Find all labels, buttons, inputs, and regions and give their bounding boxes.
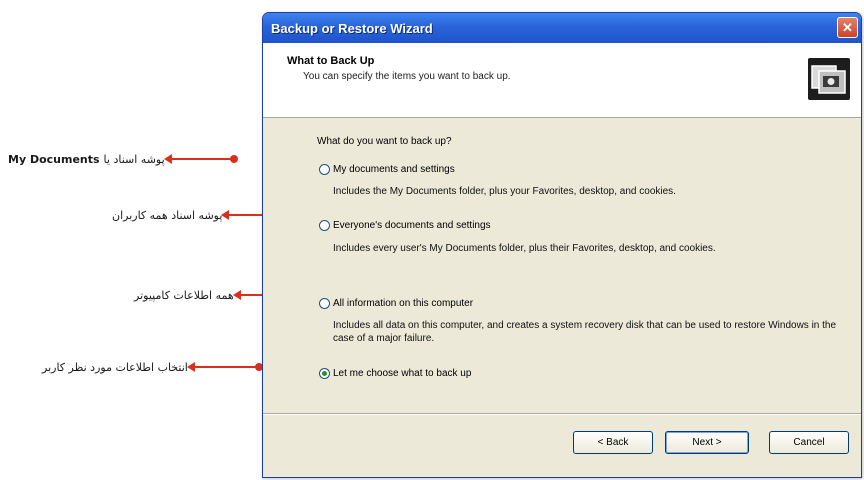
option-label: Let me choose what to back up: [333, 368, 472, 379]
question-label: What do you want to back up?: [317, 136, 452, 147]
annotation-arrow: [186, 362, 263, 372]
annotation-label-en: My Documents: [8, 152, 100, 166]
radio-button[interactable]: [319, 164, 330, 175]
wizard-content: What do you want to back up? My document…: [263, 118, 861, 418]
page-title: What to Back Up: [287, 55, 375, 67]
backup-wizard-window: Backup or Restore Wizard ✕ What to Back …: [262, 12, 862, 478]
annotation-my-documents: My Documents پوشه اسناد یا: [8, 149, 238, 169]
option-description: Includes the My Documents folder, plus y…: [333, 186, 676, 197]
next-button[interactable]: Next >: [665, 431, 749, 454]
close-button[interactable]: ✕: [837, 17, 858, 38]
annotation-label: همه اطلاعات کامپیوتر: [134, 288, 234, 302]
radio-button-selected[interactable]: [319, 368, 330, 379]
window-title: Backup or Restore Wizard: [271, 20, 433, 36]
radio-button[interactable]: [319, 220, 330, 231]
option-description: Includes every user's My Documents folde…: [333, 243, 716, 254]
radio-all-information[interactable]: All information on this computer: [319, 298, 473, 309]
option-label: Everyone's documents and settings: [333, 220, 491, 231]
annotation-label: پوشه اسناد یا: [103, 152, 165, 166]
radio-everyone-documents[interactable]: Everyone's documents and settings: [319, 220, 491, 231]
option-label: My documents and settings: [333, 164, 455, 175]
annotation-label: انتخاب اطلاعات مورد نظر کاربر: [42, 360, 188, 374]
back-button[interactable]: < Back: [573, 431, 653, 454]
page-subtitle: You can specify the items you want to ba…: [303, 71, 511, 82]
radio-button[interactable]: [319, 298, 330, 309]
footer-divider: [263, 413, 861, 415]
close-icon: ✕: [842, 19, 853, 35]
backup-wizard-icon: [808, 58, 850, 100]
option-description: Includes all data on this computer, and …: [333, 320, 837, 344]
annotation-let-me-choose: انتخاب اطلاعات مورد نظر کاربر: [42, 357, 263, 377]
radio-my-documents[interactable]: My documents and settings: [319, 164, 455, 175]
annotation-arrow: [163, 154, 238, 164]
title-bar[interactable]: Backup or Restore Wizard ✕: [263, 13, 861, 43]
option-label: All information on this computer: [333, 298, 474, 309]
cancel-button[interactable]: Cancel: [769, 431, 849, 454]
radio-let-me-choose[interactable]: Let me choose what to back up: [319, 368, 471, 379]
wizard-header: What to Back Up You can specify the item…: [263, 43, 861, 118]
annotation-label: پوشه اسناد همه کاربران: [112, 208, 223, 222]
